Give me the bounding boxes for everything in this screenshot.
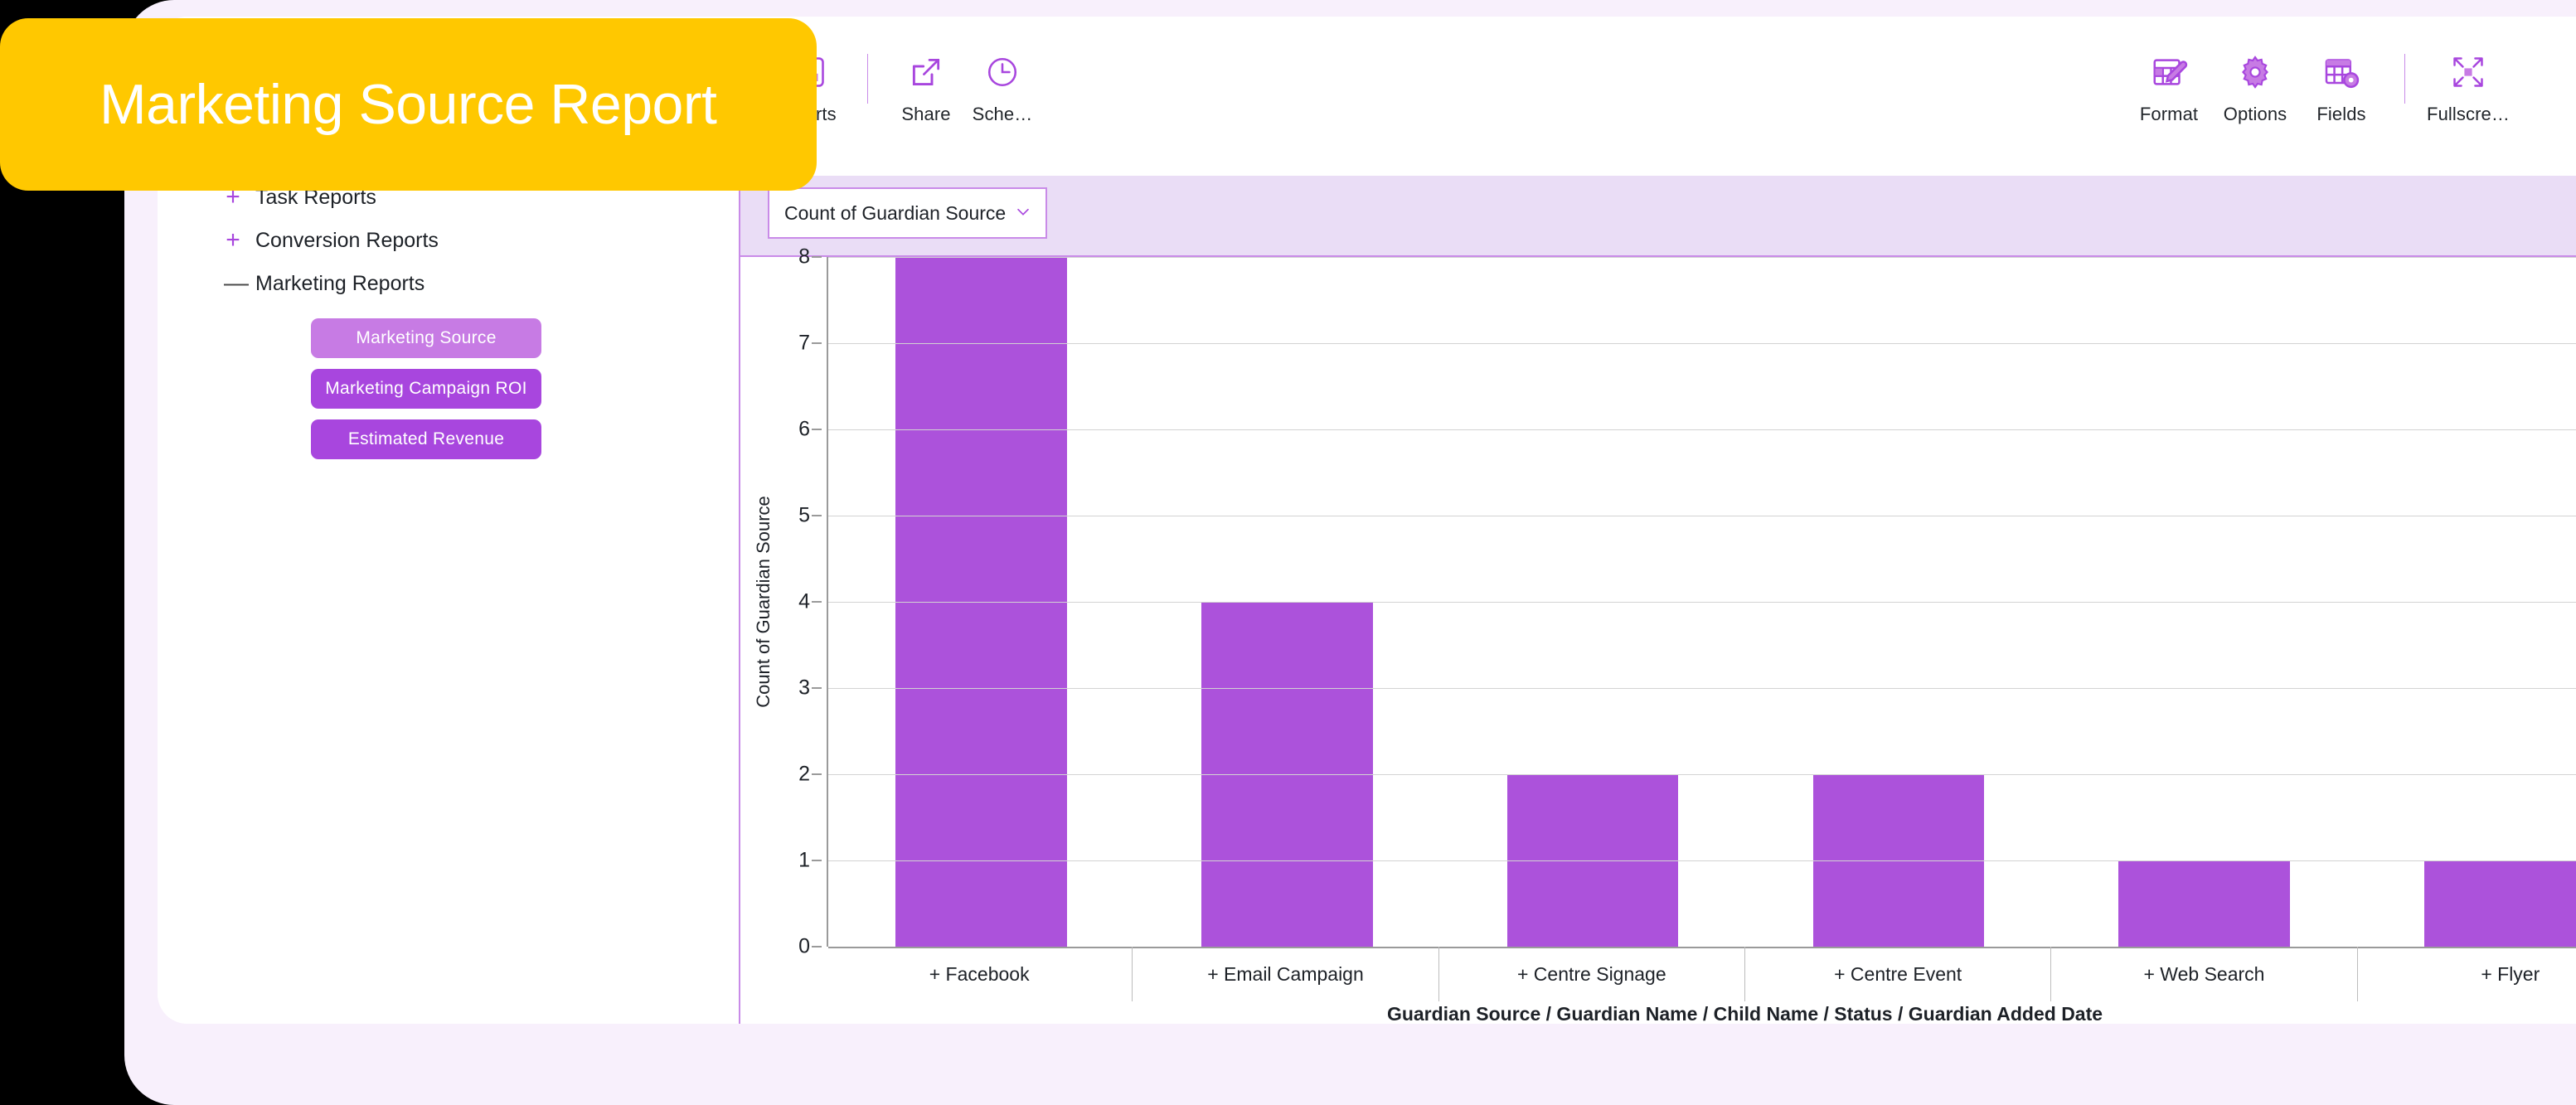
share-icon (908, 51, 944, 93)
options-button[interactable]: Options (2212, 51, 2298, 125)
bar[interactable] (2424, 860, 2576, 947)
x-tick-label: + Email Campaign (1207, 962, 1364, 985)
x-axis-title: Guardian Source / Guardian Name / Child … (1386, 1003, 2103, 1024)
gridline (828, 429, 2576, 430)
x-axis-category[interactable]: + Centre Event (1745, 947, 2052, 1001)
report-sidebar: + Task Reports + Conversion Reports — Ma… (158, 176, 740, 1024)
x-tick-label: + Flyer (2481, 962, 2540, 985)
measure-select-value: Count of Guardian Source (784, 201, 1007, 224)
fields-button[interactable]: Fields (2298, 51, 2384, 125)
format-label: Format (2139, 104, 2199, 124)
sidebar-item-conversion-reports[interactable]: + Conversion Reports (158, 219, 739, 262)
gridline (828, 602, 2576, 603)
y-tick-label: 2 (798, 762, 810, 786)
y-tick-mark (812, 601, 822, 603)
chevron-down-icon (1014, 202, 1032, 225)
y-tick-label: 5 (798, 503, 810, 527)
report-title-banner: Marketing Source Report (0, 18, 817, 191)
gridline (828, 343, 2576, 344)
measure-select[interactable]: Count of Guardian Source (768, 187, 1048, 239)
marketing-report-list: Marketing Source Marketing Campaign ROI … (158, 318, 739, 459)
chart-toolbar: Count of Guardian Source (740, 176, 2576, 257)
y-tick-label: 8 (798, 245, 810, 269)
y-axis-ticks: 0 1 2 3 4 5 6 7 8 (780, 245, 822, 958)
y-tick-mark (812, 515, 822, 516)
gridline (828, 860, 2576, 861)
x-tick-label: + Facebook (929, 962, 1030, 985)
x-tick-label: + Centre Signage (1516, 962, 1666, 985)
expand-plus-icon[interactable]: + (224, 228, 242, 253)
y-tick-label: 0 (798, 934, 810, 958)
fullscreen-expand-icon (2449, 51, 2487, 93)
report-button-marketing-source[interactable]: Marketing Source (311, 318, 541, 358)
fullscreen-button[interactable]: Fullscre… (2425, 51, 2511, 125)
x-axis-category[interactable]: + Centre Signage (1439, 947, 1745, 1001)
clock-icon (984, 51, 1021, 93)
gridline (828, 688, 2576, 689)
y-tick-mark (812, 773, 822, 775)
chart-panel: Count of Guardian Source Count of Guardi… (740, 176, 2576, 1024)
x-axis-category[interactable]: + Email Campaign (1133, 947, 1439, 1001)
y-tick-mark (812, 946, 822, 947)
y-axis-label: Count of Guardian Source (753, 496, 774, 708)
report-button-marketing-campaign-roi[interactable]: Marketing Campaign ROI (311, 369, 541, 409)
y-tick-mark (812, 429, 822, 430)
y-tick-label: 6 (798, 417, 810, 441)
gear-icon (2236, 51, 2274, 93)
collapse-minus-icon[interactable]: — (224, 271, 249, 296)
format-table-pencil-icon (2150, 51, 2188, 93)
report-button-estimated-revenue[interactable]: Estimated Revenue (311, 419, 541, 459)
y-tick-mark (812, 342, 822, 344)
y-tick-mark (812, 860, 822, 861)
fullscreen-label: Fullscre… (2427, 104, 2510, 124)
share-button[interactable]: Share (888, 51, 964, 125)
table-gear-icon (2322, 51, 2360, 93)
chart-plot-area: Count of Guardian Source 0 1 2 3 4 5 6 7 8 + Fac… (740, 245, 2576, 1024)
format-button[interactable]: Format (2126, 51, 2212, 125)
options-label: Options (2223, 104, 2287, 124)
y-tick-label: 7 (798, 331, 810, 355)
gridline (828, 774, 2576, 775)
toolbar-divider-2 (2404, 54, 2405, 104)
plot-grid (827, 257, 2576, 948)
share-label: Share (901, 104, 951, 124)
toolbar-divider-1 (867, 54, 868, 104)
bar[interactable] (2118, 860, 2290, 947)
x-tick-label: + Centre Event (1834, 962, 1962, 985)
sidebar-item-label: Conversion Reports (255, 228, 439, 252)
x-axis-ticks: + Facebook + Email Campaign + Centre Signa… (827, 947, 2576, 1001)
y-tick-mark (812, 687, 822, 689)
x-axis-category[interactable]: + Flyer (2358, 947, 2576, 1001)
sidebar-item-label: Marketing Reports (255, 271, 425, 295)
schedule-label: Sche… (972, 104, 1033, 124)
x-tick-label: + Web Search (2143, 962, 2265, 985)
gridline (828, 257, 2576, 258)
y-tick-label: 3 (798, 676, 810, 700)
sidebar-item-marketing-reports[interactable]: — Marketing Reports (158, 262, 739, 305)
schedule-button[interactable]: Sche… (964, 51, 1041, 125)
y-tick-label: 1 (798, 848, 810, 872)
toolbar-right-group: Format Options Fields Fullscre… (2126, 51, 2511, 125)
y-tick-label: 4 (798, 589, 810, 613)
fields-label: Fields (2316, 104, 2366, 124)
y-tick-mark (812, 256, 822, 258)
page-title: Marketing Source Report (99, 73, 717, 136)
x-axis-category[interactable]: + Web Search (2051, 947, 2358, 1001)
x-axis-category[interactable]: + Facebook (827, 947, 1133, 1001)
